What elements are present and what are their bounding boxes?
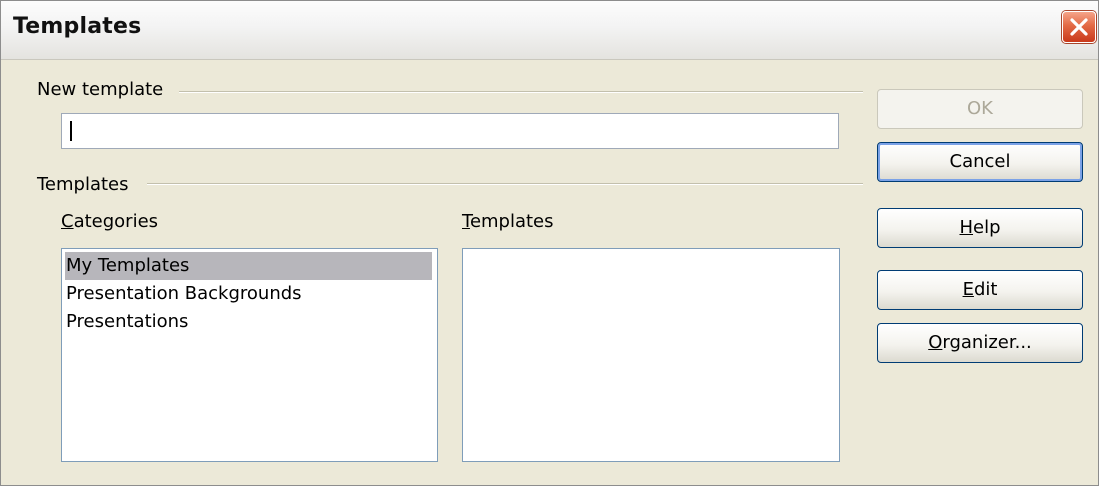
category-item[interactable]: Presentations <box>65 308 432 336</box>
templates-list-label: Templates <box>462 211 554 232</box>
new-template-group-label: New template <box>37 79 164 100</box>
dialog-title: Templates <box>13 14 142 39</box>
help-label-rest: elp <box>973 217 1001 238</box>
help-button[interactable]: Help <box>877 208 1083 248</box>
organizer-button[interactable]: Organizer... <box>877 323 1083 363</box>
templates-mnemonic: T <box>462 211 470 232</box>
categories-label: Categories <box>61 211 158 232</box>
categories-listbox[interactable]: My Templates Presentation Backgrounds Pr… <box>61 248 438 462</box>
close-icon <box>1070 18 1088 36</box>
edit-button[interactable]: Edit <box>877 270 1083 310</box>
categories-label-rest: ategories <box>73 211 159 232</box>
ok-button[interactable]: OK <box>877 89 1083 129</box>
text-caret <box>70 121 72 141</box>
close-button[interactable] <box>1062 11 1096 43</box>
dialog-body: New template Templates Categories Templa… <box>1 60 1098 485</box>
templates-group-label: Templates <box>37 174 129 195</box>
templates-dialog: Templates New template Templates Categor… <box>0 0 1099 486</box>
organizer-mnemonic: O <box>928 332 943 353</box>
categories-mnemonic: C <box>61 211 74 232</box>
organizer-label-rest: rganizer... <box>942 332 1032 353</box>
templates-listbox[interactable] <box>462 248 840 462</box>
category-item[interactable]: Presentation Backgrounds <box>65 280 432 308</box>
new-template-name-input[interactable] <box>61 113 839 149</box>
edit-mnemonic: E <box>962 279 974 300</box>
edit-label-rest: dit <box>973 279 998 300</box>
help-mnemonic: H <box>959 217 974 238</box>
templates-label-rest: emplates <box>469 211 554 232</box>
new-template-separator <box>179 91 863 93</box>
cancel-button[interactable]: Cancel <box>877 142 1083 182</box>
title-bar[interactable]: Templates <box>1 1 1098 60</box>
category-item[interactable]: My Templates <box>65 252 432 280</box>
templates-separator <box>147 183 863 185</box>
